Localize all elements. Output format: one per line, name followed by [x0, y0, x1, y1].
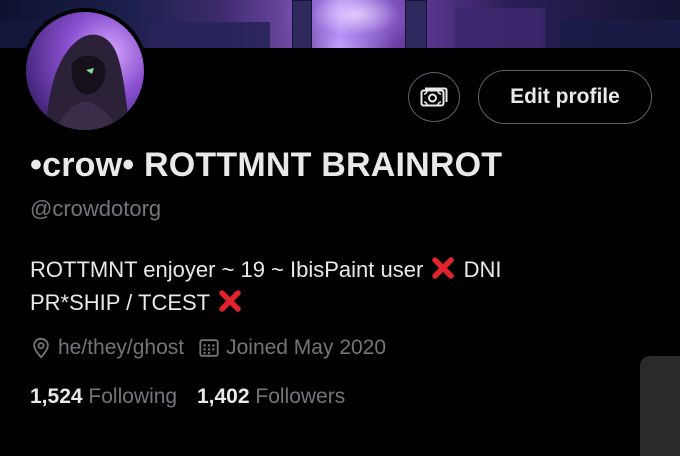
- joined-text: Joined May 2020: [226, 336, 387, 359]
- bio-text: PR*SHIP / TCEST: [30, 290, 210, 315]
- edit-profile-button[interactable]: Edit profile: [478, 70, 652, 124]
- red-cross-icon: [219, 290, 241, 312]
- avatar-image: [26, 12, 144, 130]
- followers-label: Followers: [255, 385, 346, 408]
- banner-pipe: [405, 0, 427, 48]
- user-handle: @crowdotorg: [30, 196, 162, 221]
- edit-profile-label: Edit profile: [510, 85, 620, 108]
- red-cross-icon: [432, 257, 455, 279]
- following-link[interactable]: 1,524 Following: [30, 385, 183, 408]
- following-label: Following: [88, 385, 178, 408]
- calendar-icon: [199, 339, 219, 357]
- profile-meta: he/they/ghost Joined May 2020: [30, 336, 400, 360]
- follow-stats: 1,524 Following 1,402 Followers: [30, 385, 359, 409]
- joined-item: Joined May 2020: [198, 336, 386, 360]
- banner-pipe: [292, 0, 312, 48]
- bio-text: ROTTMNT enjoyer ~ 19 ~ IbisPaint user: [30, 257, 424, 282]
- floating-overlay-edge[interactable]: [640, 356, 680, 456]
- avatar[interactable]: [22, 8, 148, 134]
- location-item: he/they/ghost: [30, 336, 184, 360]
- following-count: 1,524: [30, 385, 83, 408]
- bio-text: DNI: [463, 257, 502, 282]
- banner-shape: [150, 22, 270, 48]
- followers-count: 1,402: [196, 385, 250, 408]
- banner-shape: [455, 8, 545, 48]
- pronouns-text: he/they/ghost: [58, 336, 185, 359]
- bio: ROTTMNT enjoyer ~ 19 ~ IbisPaint user DN…: [30, 253, 630, 319]
- display-name: •crow• ROTTMNT BRAINROT: [30, 146, 503, 184]
- money-icon: [420, 87, 448, 107]
- bio-line-2: PR*SHIP / TCEST: [30, 286, 630, 319]
- bio-line-1: ROTTMNT enjoyer ~ 19 ~ IbisPaint user DN…: [30, 253, 630, 286]
- tip-money-button[interactable]: [408, 72, 460, 122]
- location-pin-icon: [33, 337, 49, 359]
- banner-shape: [560, 20, 680, 48]
- followers-link[interactable]: 1,402 Followers: [197, 385, 345, 408]
